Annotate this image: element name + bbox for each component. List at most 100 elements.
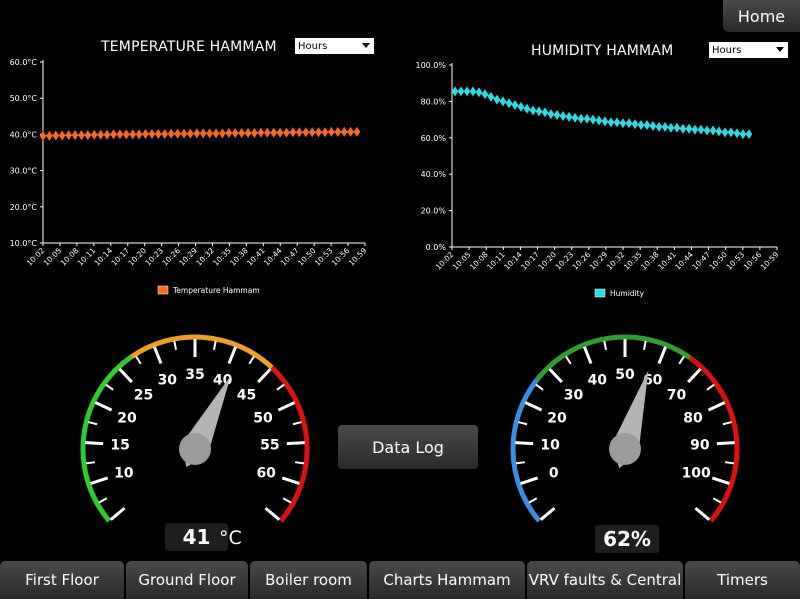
gauge-label: 40 [588,372,608,388]
x-tick-label: 10:44 [673,250,695,272]
data-point [315,127,322,138]
temperature-range-select[interactable]: Hours [295,38,374,54]
data-point [661,121,669,132]
x-tick-label: 10:08 [59,246,81,268]
gauge-major-tick [582,346,593,365]
x-tick-label: 10:59 [347,246,369,268]
chevron-down-icon [362,43,370,48]
data-point [142,129,149,140]
nav-first-floor[interactable]: First Floor [0,561,124,599]
data-point [715,126,723,137]
gauge-major-tick [94,401,113,412]
data-point [270,127,277,138]
series-line [455,90,749,135]
humidity-range-select[interactable]: Hours [709,42,788,58]
data-point [180,128,188,139]
data-point [167,128,175,139]
gauge-minor-tick [292,421,302,426]
x-tick-label: 10:17 [519,250,541,272]
y-tick-label: 30.0°C [10,167,38,176]
data-point [499,96,507,107]
data-point [667,122,675,133]
bottom-nav: First Floor Ground Floor Boiler room Cha… [0,561,800,599]
humidity-range-value: Hours [712,44,742,56]
legend-label: Humidity [610,289,645,298]
data-point [283,127,290,138]
home-button[interactable]: Home [723,0,800,32]
data-point [84,130,92,141]
data-point [619,118,627,129]
temperature-chart-title: TEMPERATURE HAMMAM [101,39,277,55]
data-point [571,112,579,123]
gauge-label: 20 [547,410,567,426]
data-point [493,94,501,105]
x-tick-label: 10:02 [25,246,47,268]
data-point [39,130,47,141]
x-tick-label: 10:59 [759,250,781,272]
gauge-major-tick [90,476,109,486]
gauge-label: 50 [615,367,635,383]
data-point [334,126,341,137]
x-tick-label: 10:17 [109,246,131,268]
data-log-button[interactable]: Data Log [338,425,478,469]
gauge-label: 35 [185,367,204,383]
x-tick-label: 10:50 [707,250,729,272]
data-point [200,128,207,139]
data-point [463,86,471,97]
humidity-legend: Humidity [594,288,645,298]
data-point [129,129,136,140]
humidity-gauge: 010203040 50 60708090100 [510,334,740,523]
data-point [679,123,687,134]
data-point [46,130,53,141]
y-tick-label: 10.0°C [10,239,38,248]
gauge-major-tick [711,476,730,486]
x-tick-label: 10:56 [330,246,352,268]
y-tick-label: 20.0% [421,207,447,216]
gauge-minor-tick [565,355,572,365]
gauge-major-tick [257,367,272,384]
data-point [589,114,597,125]
x-tick-label: 10:44 [262,246,284,268]
data-point [244,127,252,138]
gauge-hub [609,433,641,465]
data-point [673,122,681,133]
gauge-minor-tick [173,340,177,350]
y-tick-label: 100.0% [415,61,446,70]
temperature-unit: °C [219,527,242,549]
data-point [577,113,585,124]
data-point [559,110,567,121]
nav-charts-hammam[interactable]: Charts Hammam [369,561,525,599]
data-point [745,129,753,140]
gauge-major-tick [109,506,126,521]
nav-vrv-faults-central[interactable]: VRV faults & Central [527,561,683,599]
gauge-major-tick [707,401,726,412]
nav-timers[interactable]: Timers [685,561,800,599]
data-point [78,130,85,141]
x-tick-label: 10:47 [690,250,712,272]
x-tick-label: 10:35 [622,250,644,272]
x-tick-label: 10:29 [588,250,610,272]
data-point [451,86,459,97]
gauge-label: 70 [667,387,687,403]
nav-ground-floor[interactable]: Ground Floor [126,561,248,599]
nav-boiler-room[interactable]: Boiler room [250,561,367,599]
gauge-major-tick [277,401,296,412]
x-tick-label: 10:14 [93,246,115,268]
x-tick-label: 10:41 [245,246,267,268]
data-point [637,120,645,131]
data-point [238,127,245,138]
data-point [601,116,609,127]
data-point [110,129,117,140]
gauge-major-tick [539,506,556,521]
gauge-label: 100 [682,466,711,482]
data-point [553,110,561,121]
data-point [643,120,651,131]
temperature-legend: Temperature Hammam [157,285,260,295]
gauge-minor-tick [518,421,528,426]
x-tick-label: 10:23 [553,250,575,272]
gauge-minor-tick [515,461,525,465]
x-tick-label: 10:26 [160,246,182,268]
data-point [631,119,639,130]
data-point [655,121,663,132]
gauge-minor-tick [98,497,108,504]
